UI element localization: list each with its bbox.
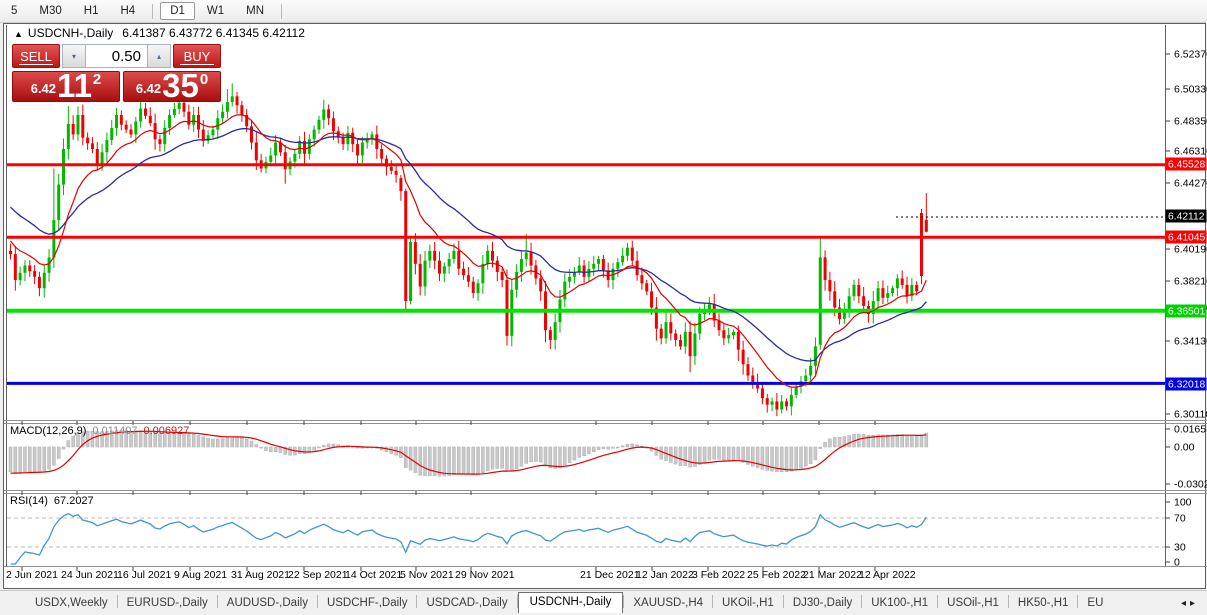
collapse-panel-icon[interactable]: ▲ [14,29,23,39]
svg-text:22 Sep 2021: 22 Sep 2021 [288,569,348,581]
tab-audusd-daily[interactable]: AUDUSD-,Daily [218,594,317,613]
date-axis: 2 Jun 202124 Jun 202116 Jul 20219 Aug 20… [6,421,916,581]
buy-price-small: 6.42 [136,81,161,96]
svg-text:6.41045: 6.41045 [1168,233,1205,244]
svg-text:6.38210: 6.38210 [1174,276,1207,288]
tf-button-mn[interactable]: MN [236,2,274,20]
svg-text:6.50330: 6.50330 [1174,84,1207,96]
rsi-value: 67.2027 [54,495,94,507]
tab-partial[interactable]: EU [1078,594,1112,613]
svg-text:6.42112: 6.42112 [1168,212,1205,223]
chevron-up-icon: ▴ [157,52,161,61]
tf-button-w1[interactable]: W1 [197,2,234,20]
toolbar-separator [152,4,153,19]
tab-uk100-h1[interactable]: UK100-,H1 [862,594,937,613]
svg-text:6.40190: 6.40190 [1174,244,1207,256]
one-click-trade-panel: SELL ▾ ▴ BUY 6.42 11 2 6.42 35 0 [12,44,221,102]
sell-price-small: 6.42 [31,81,56,96]
svg-text:2 Jun 2021: 2 Jun 2021 [6,569,58,581]
rsi-pane [7,514,1165,564]
tab-usdcnh-daily[interactable]: USDCNH-,Daily [518,592,624,613]
svg-text:21 Mar 2022: 21 Mar 2022 [803,569,862,581]
macd-name: MACD(12,26,9) [10,425,86,437]
buy-price-big: 35 [162,71,199,100]
macd-pane [9,431,928,477]
svg-text:6.32018: 6.32018 [1168,380,1205,391]
svg-text:-0.03023: -0.03023 [1174,479,1207,491]
rsi-name: RSI(14) [10,495,48,507]
sell-price-sup: 2 [93,71,101,88]
svg-text:70: 70 [1174,513,1186,525]
macd-indicator-label: MACD(12,26,9) 0.011407 0.006927 [10,425,189,437]
macd-signal-value: 0.006927 [144,425,190,437]
svg-text:25 Feb 2022: 25 Feb 2022 [747,569,806,581]
tab-usdchf-daily[interactable]: USDCHF-,Daily [318,594,417,613]
buy-price-sup: 0 [200,71,208,88]
volume-increase-button[interactable]: ▴ [147,44,171,68]
trading-platform: { "toolbar": {"groups": [["5","M30","H1"… [0,0,1207,615]
chart-canvas[interactable]: 6.52370 6.50330 6.48350 6.46310 6.44270 6.401… [4,24,1207,588]
tab-usdx-weekly[interactable]: USDX,Weekly [26,594,117,613]
svg-text:31 Aug 2021: 31 Aug 2021 [231,569,290,581]
buy-price-button[interactable]: 6.42 35 0 [123,71,221,102]
svg-text:21 Dec 2021: 21 Dec 2021 [580,569,640,581]
symbol-title: USDCNH-,Daily [28,26,113,40]
tab-hk50-h1[interactable]: HK50-,H1 [1009,594,1078,613]
ohlc-values: 6.41387 6.43772 6.41345 6.42112 [122,26,305,40]
svg-text:16 Jul 2021: 16 Jul 2021 [117,569,171,581]
svg-text:6.44270: 6.44270 [1174,178,1207,190]
svg-text:6.30110: 6.30110 [1174,409,1207,421]
volume-input[interactable] [86,44,147,68]
moving-averages [11,115,927,387]
rsi-line [11,514,927,564]
tf-button-5[interactable]: 5 [1,2,27,20]
candlestick-series [9,83,928,416]
svg-text:100: 100 [1174,497,1192,509]
volume-decrease-button[interactable]: ▾ [62,44,86,68]
tab-scroll-arrows[interactable]: ◂▸ [1179,595,1207,613]
svg-text:24 Jun 2021: 24 Jun 2021 [61,569,119,581]
tf-button-h4[interactable]: H4 [110,2,145,20]
svg-text:5 Nov 2021: 5 Nov 2021 [400,569,454,581]
tf-button-m30[interactable]: M30 [29,2,71,20]
timeframe-toolbar: 5M30H1H4 D1W1MN [0,0,1207,23]
svg-text:0.00: 0.00 [1174,442,1195,454]
chevron-down-icon: ▾ [72,52,76,61]
tab-ukoil-h1[interactable]: UKOil-,H1 [713,594,783,613]
symbol-tab-bar: USDX,WeeklyEURUSD-,DailyAUDUSD-,DailyUSD… [0,590,1207,613]
svg-text:6.52370: 6.52370 [1174,49,1207,61]
buy-button[interactable]: BUY [173,44,221,68]
svg-text:12 Jan 2022: 12 Jan 2022 [636,569,694,581]
ma-fast-line [11,115,927,387]
rsi-indicator-label: RSI(14) 67.2027 [10,495,94,507]
chart-title: ▲ USDCNH-,Daily 6.41387 6.43772 6.41345 6.… [14,26,305,40]
sell-price-button[interactable]: 6.42 11 2 [12,71,120,102]
svg-text:6.36501: 6.36501 [1168,307,1205,318]
sell-price-big: 11 [57,71,92,100]
svg-text:12 Apr 2022: 12 Apr 2022 [859,569,916,581]
svg-text:14 Oct 2021: 14 Oct 2021 [345,569,402,581]
svg-text:6.45528: 6.45528 [1168,160,1205,171]
svg-text:0: 0 [1174,557,1180,569]
tab-dj30-daily[interactable]: DJ30-,Daily [784,594,861,613]
svg-text:30: 30 [1174,542,1186,554]
svg-text:3 Feb 2022: 3 Feb 2022 [692,569,745,581]
svg-text:6.46310: 6.46310 [1174,146,1207,158]
svg-text:0.01653: 0.01653 [1174,424,1207,436]
macd-main-value: 0.011407 [92,425,137,437]
svg-text:29 Nov 2021: 29 Nov 2021 [455,569,515,581]
svg-text:6.48350: 6.48350 [1174,116,1207,128]
tab-usoil-h1[interactable]: USOil-,H1 [938,594,1008,613]
chart-window: 6.52370 6.50330 6.48350 6.46310 6.44270 6.401… [3,23,1206,589]
tab-usdcad-daily[interactable]: USDCAD-,Daily [417,594,516,613]
toolbar-separator [281,4,282,19]
svg-text:6.34130: 6.34130 [1174,336,1207,348]
sell-button[interactable]: SELL [12,44,60,68]
tab-xauusd-h4[interactable]: XAUUSD-,H4 [624,594,712,613]
tf-button-h1[interactable]: H1 [74,2,109,20]
tab-eurusd-daily[interactable]: EURUSD-,Daily [118,594,217,613]
tf-button-d1[interactable]: D1 [160,2,195,20]
svg-text:9 Aug 2021: 9 Aug 2021 [174,569,227,581]
